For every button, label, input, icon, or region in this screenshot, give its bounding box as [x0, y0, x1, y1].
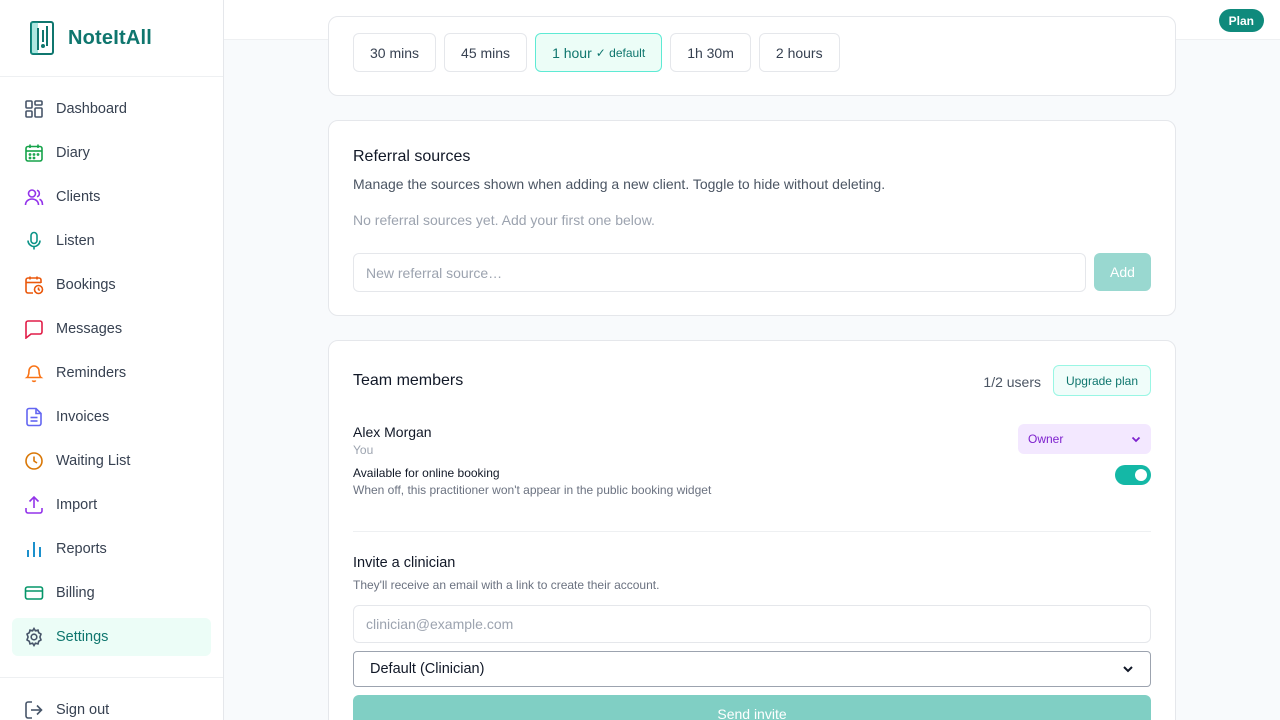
sidebar-item-label: Reminders	[56, 365, 127, 381]
gear-icon	[24, 627, 44, 647]
toggle-knob	[1135, 469, 1147, 481]
session-duration-card: 30 mins 45 mins 1 hour ✓ default 1h 30m …	[328, 16, 1176, 96]
duration-options: 30 mins 45 mins 1 hour ✓ default 1h 30m …	[353, 33, 840, 72]
users-icon	[24, 187, 44, 207]
sidebar-divider	[0, 677, 223, 678]
member-role-select[interactable]: Owner	[1018, 424, 1151, 454]
team-members-card: Team members 1/2 users Upgrade plan Alex…	[328, 340, 1176, 720]
chevron-down-icon	[1131, 436, 1141, 443]
sidebar-item-clients[interactable]: Clients	[12, 178, 211, 216]
sidebar-item-label: Import	[56, 497, 98, 513]
availability-help: When off, this practitioner won't appear…	[353, 483, 712, 497]
document-icon	[24, 407, 44, 427]
sidebar-item-label: Billing	[56, 585, 95, 601]
upload-icon	[24, 495, 44, 515]
add-referral-button[interactable]: Add	[1094, 253, 1151, 291]
sidebar-item-reports[interactable]: Reports	[12, 530, 211, 568]
duration-option-30[interactable]: 30 mins	[353, 33, 437, 72]
user-count: 1/2 users	[983, 374, 1041, 390]
brand[interactable]: NoteItAll	[0, 0, 223, 77]
logout-icon	[24, 700, 44, 720]
dashboard-icon	[24, 99, 44, 119]
sidebar-item-reminders[interactable]: Reminders	[12, 354, 211, 392]
invite-title: Invite a clinician	[353, 555, 456, 571]
sidebar-item-label: Bookings	[56, 277, 116, 293]
invite-role-select[interactable]: Default (Clinician)	[353, 651, 1151, 687]
sidebar-item-messages[interactable]: Messages	[12, 310, 211, 348]
team-title: Team members	[353, 372, 464, 389]
sidebar-item-label: Clients	[56, 189, 101, 205]
referral-source-input[interactable]	[353, 253, 1086, 292]
availability-toggle[interactable]	[1115, 465, 1151, 485]
sidebar-item-label: Reports	[56, 541, 107, 557]
sidebar-item-bookings[interactable]: Bookings	[12, 266, 211, 304]
signout-button[interactable]: Sign out	[24, 700, 109, 720]
member-role-value: Owner	[1028, 432, 1064, 446]
sidebar-item-label: Invoices	[56, 409, 110, 425]
referral-description: Manage the sources shown when adding a n…	[353, 176, 886, 192]
referral-add-row: Add	[353, 253, 1151, 292]
referral-title: Referral sources	[353, 148, 471, 165]
sidebar-item-listen[interactable]: Listen	[12, 222, 211, 260]
calendar-clock-icon	[24, 275, 44, 295]
duration-option-label: 1 hour	[552, 44, 592, 61]
sidebar-item-label: Dashboard	[56, 101, 127, 117]
credit-card-icon	[24, 583, 44, 603]
sidebar-item-dashboard[interactable]: Dashboard	[12, 90, 211, 128]
invite-email-input[interactable]	[353, 605, 1151, 643]
bar-chart-icon	[24, 539, 44, 559]
duration-option-90[interactable]: 1h 30m	[670, 33, 751, 72]
sidebar-item-invoices[interactable]: Invoices	[12, 398, 211, 436]
bell-icon	[24, 363, 44, 383]
sidebar-item-label: Diary	[56, 145, 90, 161]
sidebar-item-label: Waiting List	[56, 453, 131, 469]
sidebar-item-settings[interactable]: Settings	[12, 618, 211, 656]
sidebar-item-waiting-list[interactable]: Waiting List	[12, 442, 211, 480]
referral-sources-card: Referral sources Manage the sources show…	[328, 120, 1176, 316]
sidebar-item-label: Settings	[56, 629, 109, 645]
sidebar-item-import[interactable]: Import	[12, 486, 211, 524]
availability-label: Available for online booking	[353, 466, 500, 480]
duration-option-120[interactable]: 2 hours	[758, 33, 840, 72]
logo-icon	[30, 21, 54, 55]
send-invite-button[interactable]: Send invite	[353, 695, 1151, 720]
message-icon	[24, 319, 44, 339]
member-you-label: You	[353, 443, 374, 457]
chevron-down-icon	[1123, 666, 1133, 673]
brand-name: NoteItAll	[68, 26, 153, 49]
clock-icon	[24, 451, 44, 471]
sidebar-nav: Dashboard Diary Clients Listen Bookings …	[0, 77, 223, 656]
sidebar-item-diary[interactable]: Diary	[12, 134, 211, 172]
sidebar: NoteItAll Dashboard Diary Clients Listen…	[0, 0, 224, 720]
sidebar-item-label: Listen	[56, 233, 95, 249]
invite-role-value: Default (Clinician)	[370, 661, 485, 677]
divider	[353, 531, 1151, 532]
upgrade-plan-button[interactable]: Upgrade plan	[1052, 365, 1151, 396]
sidebar-item-label: Messages	[56, 321, 123, 337]
duration-option-45[interactable]: 45 mins	[444, 33, 528, 72]
calendar-icon	[24, 143, 44, 163]
referral-empty-state: No referral sources yet. Add your first …	[353, 212, 655, 228]
duration-option-60[interactable]: 1 hour ✓ default	[535, 33, 663, 72]
signout-label: Sign out	[56, 702, 110, 718]
default-badge: ✓ default	[595, 45, 646, 60]
microphone-icon	[24, 231, 44, 251]
invite-subtitle: They'll receive an email with a link to …	[353, 578, 660, 592]
member-name: Alex Morgan	[353, 424, 432, 440]
plan-button[interactable]: Plan	[1218, 9, 1264, 32]
sidebar-item-billing[interactable]: Billing	[12, 574, 211, 612]
